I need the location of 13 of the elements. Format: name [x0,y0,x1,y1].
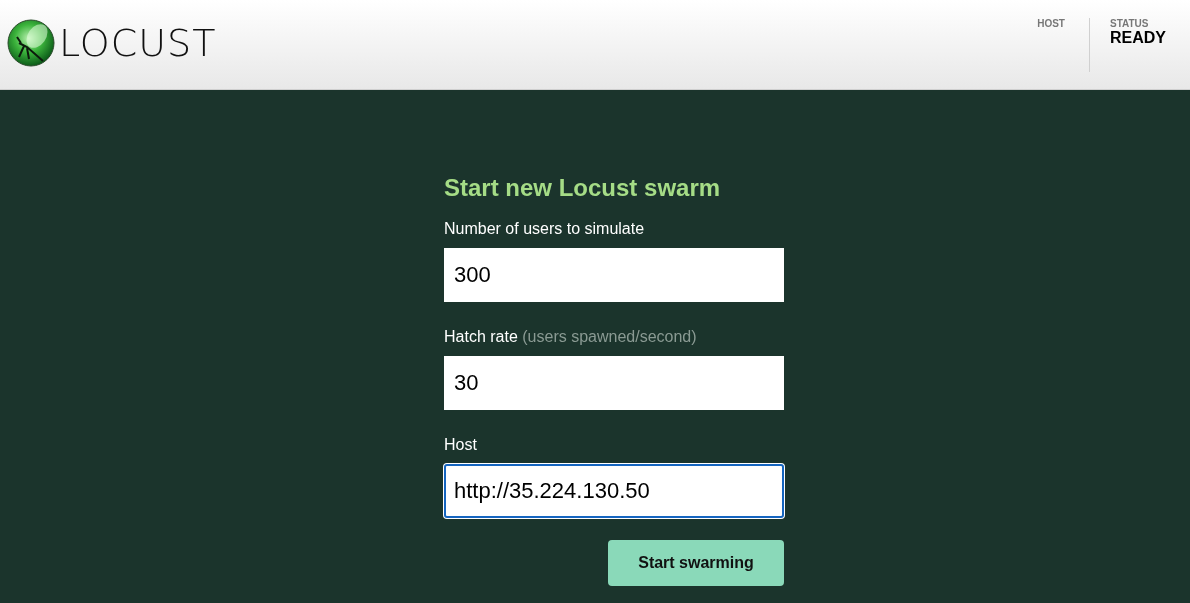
field-label: Number of users to simulate [444,220,646,238]
text-field[interactable]: http://35.224.130.50 [444,464,784,518]
stat-label: HOST [1037,18,1065,29]
form-title: Start new Locust swarm [444,174,722,202]
stat-value: READY [1110,29,1166,47]
text-field[interactable]: 30 [444,356,784,410]
locust-logo-icon [7,19,55,67]
field-label: Host [444,436,478,454]
start-swarming-button[interactable]: Start swarming [608,540,784,586]
stat-label: STATUS [1110,18,1150,29]
field-label: Hatch rate (users spawned/second) [444,328,698,346]
logo-text: LOCUST [59,21,217,65]
text-field[interactable]: 300 [444,248,784,302]
